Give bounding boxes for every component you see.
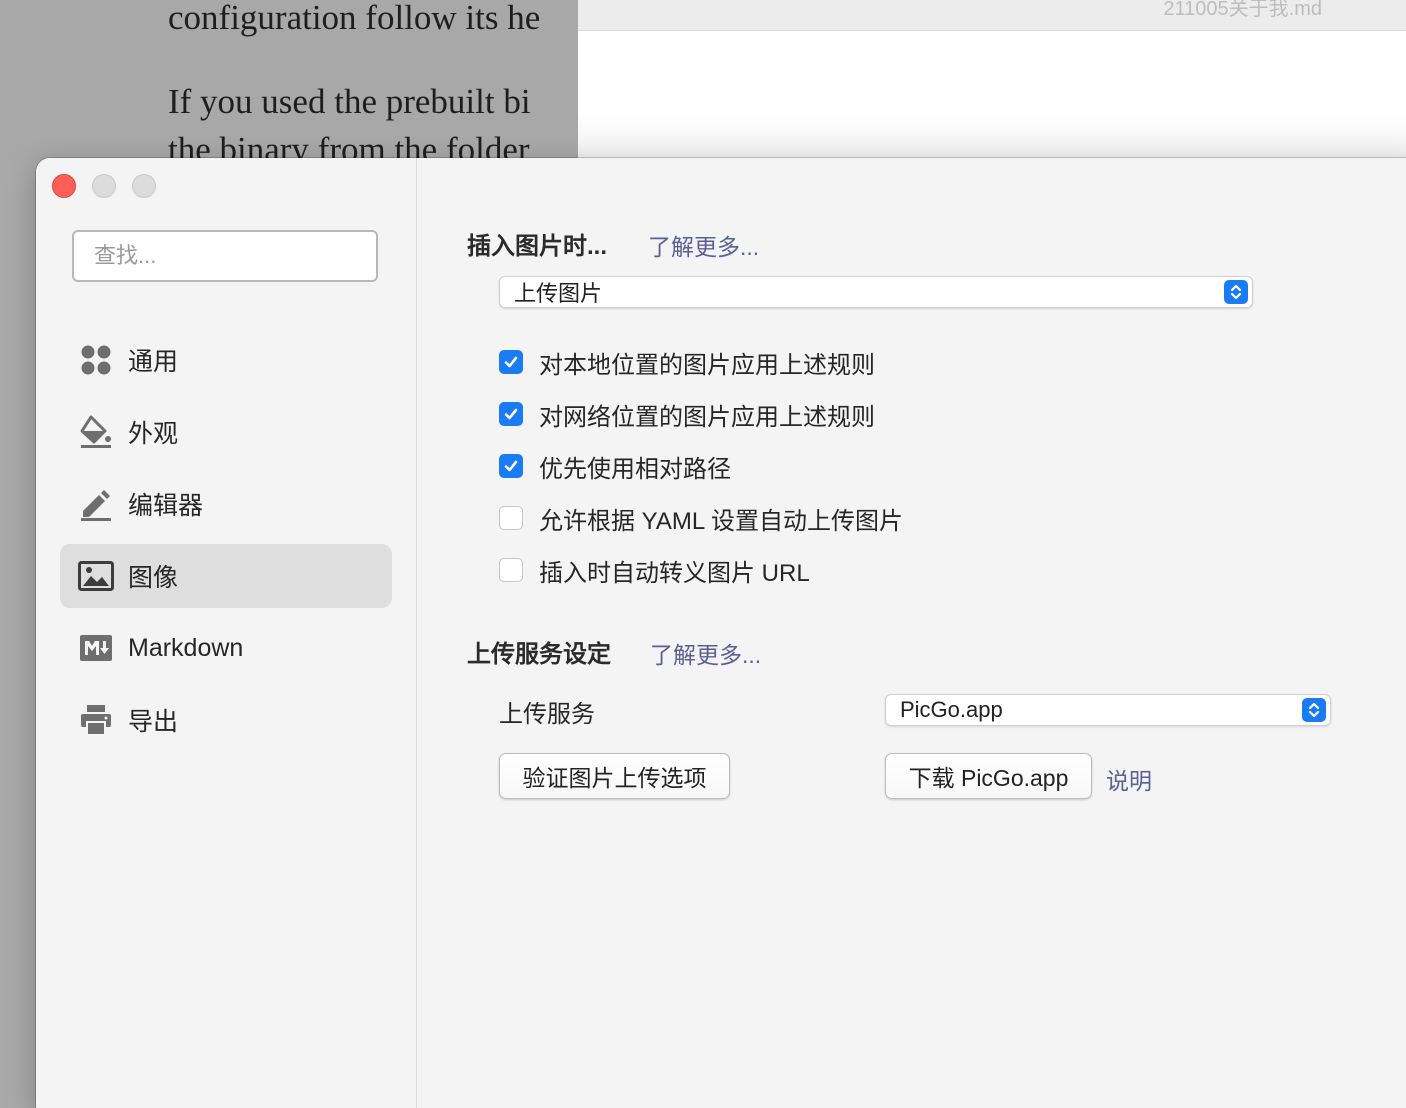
sidebar-item-label: 编辑器 xyxy=(128,492,204,520)
background-window-title: 211005关于我.md xyxy=(1163,0,1322,20)
sidebar-item-label: Markdown xyxy=(128,633,244,662)
option-label: 对网络位置的图片应用上述规则 xyxy=(539,403,875,431)
doc-line: If you used the prebuilt bi xyxy=(168,82,531,121)
insert-action-value: 上传图片 xyxy=(514,281,603,306)
preferences-window: 通用 外观 编辑器 xyxy=(36,158,1406,1108)
sidebar-item-general[interactable]: 通用 xyxy=(60,328,392,392)
checkbox-unchecked[interactable] xyxy=(499,506,523,530)
option-local-images[interactable]: 对本地位置的图片应用上述规则 xyxy=(499,345,875,379)
markdown-icon xyxy=(78,630,114,666)
sidebar-item-markdown[interactable]: Markdown xyxy=(60,616,392,680)
option-label: 插入时自动转义图片 URL xyxy=(539,559,810,587)
option-label: 对本地位置的图片应用上述规则 xyxy=(539,351,875,379)
download-picgo-button[interactable]: 下载 PicGo.app xyxy=(885,753,1092,799)
sidebar-item-image[interactable]: 图像 xyxy=(60,544,392,608)
minimize-window-button[interactable] xyxy=(92,174,116,198)
zoom-window-button[interactable] xyxy=(132,174,156,198)
chevron-updown-icon xyxy=(1224,280,1248,304)
sidebar-item-label: 通用 xyxy=(128,348,179,376)
sidebar-item-label: 外观 xyxy=(128,420,179,448)
printer-icon xyxy=(78,702,114,738)
option-label: 优先使用相对路径 xyxy=(539,455,731,483)
upload-learn-more-link[interactable]: 了解更多... xyxy=(650,636,761,670)
option-yaml-auto-upload[interactable]: 允许根据 YAML 设置自动上传图片 xyxy=(499,501,903,535)
sidebar-item-label: 图像 xyxy=(128,564,179,592)
upload-service-label: 上传服务 xyxy=(499,701,595,728)
settings-panel: 插入图片时... 了解更多... 上传图片 对本地位置的图片应用上述规则 对网络… xyxy=(417,158,1406,1108)
option-relative-path[interactable]: 优先使用相对路径 xyxy=(499,449,731,483)
upload-service-value: PicGo.app xyxy=(900,697,1003,722)
verify-upload-button[interactable]: 验证图片上传选项 xyxy=(499,753,730,799)
upload-service-title: 上传服务设定 xyxy=(467,641,611,668)
sidebar: 通用 外观 编辑器 xyxy=(36,158,417,1108)
doc-line: configuration follow its he xyxy=(168,0,541,37)
option-label: 允许根据 YAML 设置自动上传图片 xyxy=(539,507,904,535)
checkbox-unchecked[interactable] xyxy=(499,558,523,582)
checkbox-checked[interactable] xyxy=(499,350,523,374)
chevron-updown-icon xyxy=(1302,698,1326,722)
sidebar-item-export[interactable]: 导出 xyxy=(60,688,392,752)
learn-more-link[interactable]: 了解更多... xyxy=(648,228,759,262)
background-editor-window: 211005关于我.md xyxy=(578,0,1406,160)
paint-bucket-icon xyxy=(78,414,114,450)
image-icon xyxy=(78,558,114,594)
insert-action-select[interactable]: 上传图片 xyxy=(499,276,1253,308)
search-input[interactable] xyxy=(72,230,378,282)
checkbox-checked[interactable] xyxy=(499,454,523,478)
sidebar-item-editor[interactable]: 编辑器 xyxy=(60,472,392,536)
checkbox-checked[interactable] xyxy=(499,402,523,426)
sidebar-item-appearance[interactable]: 外观 xyxy=(60,400,392,464)
insert-image-title: 插入图片时... xyxy=(467,233,608,260)
upload-service-select[interactable]: PicGo.app xyxy=(885,694,1331,726)
help-link[interactable]: 说明 xyxy=(1106,762,1152,796)
close-window-button[interactable] xyxy=(52,174,76,198)
sidebar-item-label: 导出 xyxy=(128,708,179,736)
option-escape-url[interactable]: 插入时自动转义图片 URL xyxy=(499,553,810,587)
option-network-images[interactable]: 对网络位置的图片应用上述规则 xyxy=(499,397,875,431)
pencil-icon xyxy=(78,486,114,522)
background-titlebar: 211005关于我.md xyxy=(578,0,1406,31)
grid-icon xyxy=(78,342,114,378)
